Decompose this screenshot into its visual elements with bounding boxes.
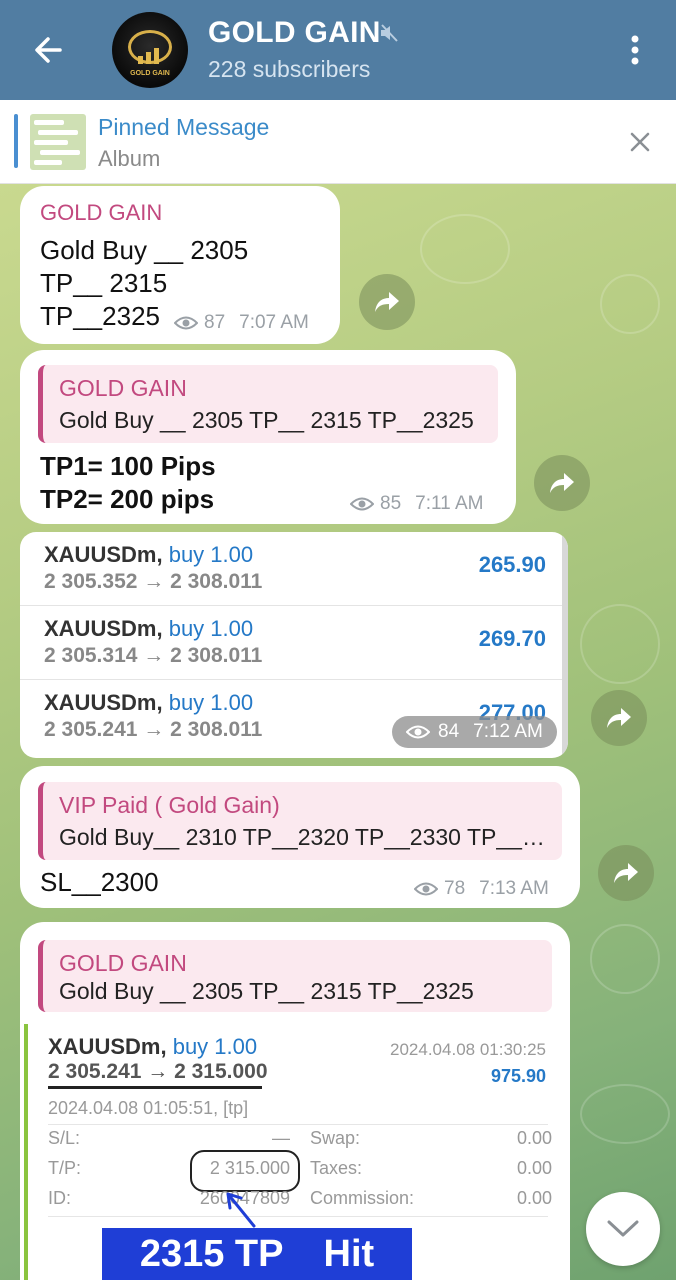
reply-text: Gold Buy __ 2305 TP__ 2315 TP__2325 [59,407,474,433]
forward-button[interactable] [591,690,647,746]
pinned-thumbnail [30,114,86,170]
forward-icon [614,863,638,883]
arrow-annotation-icon [226,1192,256,1228]
trade-profit: 269.70 [478,626,546,651]
channel-avatar[interactable]: GOLD GAIN [112,12,188,88]
reply-text: Gold Buy __ 2305 TP__ 2315 TP__2325 [59,978,474,1004]
forward-button[interactable] [359,274,415,330]
reply-text: Gold Buy__ 2310 TP__2320 TP__2330 TP__23… [59,824,555,850]
message-line: SL__2300 [40,867,159,897]
trade-symbol: XAUUSDm, buy 1.00 [44,616,254,641]
trade-prices: 2 305.241 → 2 308.011 [44,718,263,741]
forward-button[interactable] [534,455,590,511]
reply-quote[interactable]: GOLD GAIN Gold Buy __ 2305 TP__ 2315 TP_… [38,365,498,443]
forward-icon [375,292,399,312]
trade-profit: 265.90 [478,552,546,577]
sender-name: GOLD GAIN [40,200,163,225]
chat-header: GOLD GAIN GOLD GAIN 228 subscribers [0,0,676,100]
tp-hit-banner: 2315 TP Hit [102,1228,412,1280]
message-text: TP1= 100 Pips TP2= 200 pips [40,450,216,516]
wallpaper-doodle [580,604,660,684]
banner-text: 2315 TP [139,1232,284,1275]
divider [48,1124,548,1125]
message-line: TP2= 200 pips [40,484,215,514]
reply-quote[interactable]: GOLD GAIN Gold Buy __ 2305 TP__ 2315 TP_… [38,940,552,1012]
wallpaper-doodle [600,274,660,334]
trade-row: XAUUSDm, buy 1.00 2 305.352 → 2 308.011 … [20,532,568,606]
trade-symbol: XAUUSDm, buy 1.00 [44,542,254,567]
trade-prices: 2 305.314 → 2 308.011 [44,644,263,667]
avatar-label: GOLD GAIN [130,70,170,77]
muted-icon [381,24,398,42]
banner-text: Hit [323,1232,375,1275]
close-icon[interactable] [624,126,656,158]
message-meta: 84 7:12 AM [392,716,557,748]
view-count: 84 [438,721,460,742]
message-text: SL__2300 [40,866,159,899]
wallpaper-doodle [590,924,660,994]
view-count: 85 [380,493,402,514]
back-arrow-icon[interactable] [28,30,68,70]
message-time: 7:11 AM [415,493,484,514]
wallpaper-doodle [580,1084,670,1144]
open-date: 2024.04.08 01:05:51, [tp] [48,1098,249,1118]
views-icon [406,725,430,739]
reply-title: GOLD GAIN [59,375,187,401]
views-icon [350,497,374,511]
id-label: ID: [48,1188,72,1208]
message-line: Gold Buy __ 2305 [40,235,249,265]
handdrawn-underline [48,1086,262,1089]
more-vertical-icon[interactable] [620,30,650,70]
commission-label: Commission: [310,1188,415,1208]
forward-icon [550,473,574,493]
message-meta: 87 7:07 AM [174,312,309,334]
chevron-down-icon [607,1220,639,1237]
scroll-down-button[interactable] [586,1192,660,1266]
trade-prices: 2 305.241 → 2 315.000 [48,1060,268,1083]
trade-symbol: XAUUSDm, buy 1.00 [48,1034,258,1059]
view-count: 87 [204,312,226,333]
commission-value: 0.00 [516,1188,552,1208]
trade-profit: 975.90 [490,1066,546,1086]
message-meta: 85 7:11 AM [350,493,483,515]
views-icon [174,316,198,330]
message-bubble[interactable]: GOLD GAIN Gold Buy __ 2305 TP__ 2315 TP_… [20,186,340,344]
taxes-label: Taxes: [310,1158,363,1178]
message-time: 7:13 AM [479,878,549,899]
screenshot-scrollbar [562,532,568,758]
pinned-indicator [14,114,18,168]
reply-title: VIP Paid ( Gold Gain) [59,792,280,818]
reply-title: GOLD GAIN [59,950,187,976]
message-time: 7:12 AM [473,721,543,742]
message-bubble[interactable]: GOLD GAIN Gold Buy __ 2305 TP__ 2315 TP_… [20,350,516,524]
message-meta: 78 7:13 AM [414,878,549,900]
close-date: 2024.04.08 01:30:25 [390,1040,546,1059]
forward-icon [607,708,631,728]
message-time: 7:07 AM [239,312,309,333]
message-line: TP__ 2315 [40,268,168,298]
trade-row: XAUUSDm, buy 1.00 2 305.314 → 2 308.011 … [20,606,568,680]
forward-button[interactable] [598,845,654,901]
views-icon [414,882,438,896]
pinned-message-bar[interactable]: Pinned Message Album [0,100,676,184]
swap-label: Swap: [310,1128,361,1148]
reply-quote[interactable]: VIP Paid ( Gold Gain) Gold Buy__ 2310 TP… [38,782,562,860]
sl-value: — [272,1128,290,1148]
subscriber-count: 228 subscribers [208,56,371,82]
message-bubble[interactable]: VIP Paid ( Gold Gain) Gold Buy__ 2310 TP… [20,766,580,908]
channel-title[interactable]: GOLD GAIN [208,16,381,50]
tp-label: T/P: [48,1158,82,1178]
taxes-value: 0.00 [516,1158,552,1178]
message-line: TP1= 100 Pips [40,451,216,481]
trade-symbol: XAUUSDm, buy 1.00 [44,690,254,715]
view-count: 78 [444,878,466,899]
wallpaper-doodle [420,214,510,284]
trade-prices: 2 305.352 → 2 308.011 [44,570,263,593]
sl-label: S/L: [48,1128,81,1148]
divider [48,1216,548,1217]
pinned-title: Pinned Message [98,114,270,140]
pinned-subtitle: Album [98,146,161,171]
swap-value: 0.00 [516,1128,552,1148]
